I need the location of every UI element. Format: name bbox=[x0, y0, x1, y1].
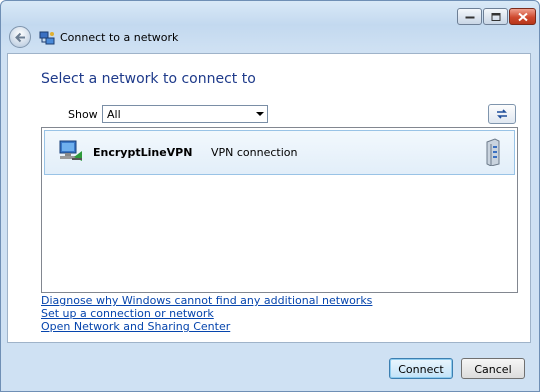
links-section: Diagnose why Windows cannot find any add… bbox=[41, 294, 372, 333]
show-filter-dropdown[interactable]: All bbox=[102, 105, 268, 123]
minimize-icon bbox=[465, 16, 474, 18]
network-sharing-center-link[interactable]: Open Network and Sharing Center bbox=[41, 320, 372, 333]
network-icon bbox=[39, 31, 55, 45]
show-label: Show bbox=[68, 108, 98, 121]
maximize-icon bbox=[491, 12, 500, 21]
close-icon bbox=[517, 12, 528, 21]
network-list[interactable]: EncryptLineVPN VPN connection bbox=[41, 127, 518, 293]
connect-button[interactable]: Connect bbox=[389, 358, 453, 379]
server-icon bbox=[486, 138, 500, 166]
refresh-button[interactable] bbox=[488, 104, 516, 124]
title-bar: Connect to a network bbox=[1, 1, 539, 53]
network-type: VPN connection bbox=[211, 146, 298, 159]
chevron-down-icon bbox=[256, 112, 264, 116]
maximize-button[interactable] bbox=[483, 8, 508, 25]
refresh-icon bbox=[497, 109, 507, 119]
network-list-item[interactable]: EncryptLineVPN VPN connection bbox=[44, 130, 515, 175]
cancel-button[interactable]: Cancel bbox=[461, 358, 525, 379]
page-heading: Select a network to connect to bbox=[41, 71, 256, 87]
diagnose-link[interactable]: Diagnose why Windows cannot find any add… bbox=[41, 294, 372, 307]
show-filter-value: All bbox=[107, 108, 121, 121]
vpn-icon bbox=[59, 140, 82, 161]
connect-network-window: Connect to a network Select a network to… bbox=[0, 0, 540, 392]
minimize-button[interactable] bbox=[457, 8, 482, 25]
setup-connection-link[interactable]: Set up a connection or network bbox=[41, 307, 372, 320]
close-button[interactable] bbox=[509, 8, 536, 25]
window-title: Connect to a network bbox=[60, 31, 179, 44]
back-button[interactable] bbox=[9, 26, 31, 48]
network-name: EncryptLineVPN bbox=[93, 146, 193, 159]
content-pane: Select a network to connect to Show All bbox=[7, 53, 531, 343]
back-arrow-icon bbox=[15, 32, 25, 43]
